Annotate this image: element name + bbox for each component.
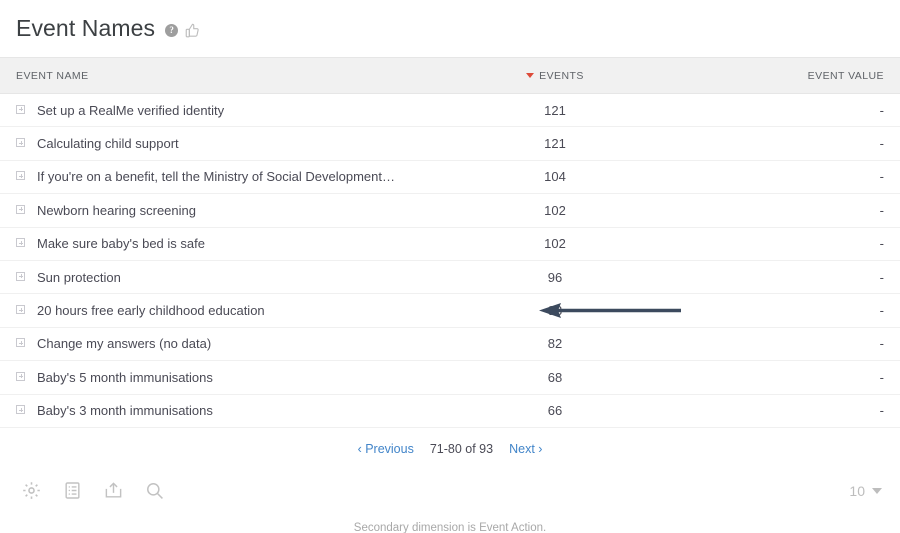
expand-row-icon[interactable] [16,138,25,148]
cell-events: 82 [470,327,640,362]
expand-row-icon[interactable] [16,204,25,214]
expand-row-icon[interactable] [16,305,25,315]
column-header-event-name-label: EVENT NAME [16,69,89,82]
page-header: Event Names ? [0,0,900,57]
column-header-event-value[interactable]: EVENT VALUE [640,57,900,94]
cell-event-value: - [640,394,900,428]
cell-event-value: - [640,126,900,161]
expand-row-icon[interactable] [16,338,25,348]
table-row[interactable]: Make sure baby's bed is safe 102 - [0,227,900,261]
cell-event-value: - [640,327,900,362]
cell-events: 121 [470,126,640,161]
previous-page-link[interactable]: ‹ Previous [358,442,414,456]
cell-event-name: Baby's 5 month immunisations [0,360,470,395]
column-header-events[interactable]: EVENTS [470,57,640,94]
thumbs-up-icon[interactable] [185,23,200,38]
event-name-label: Newborn hearing screening [37,202,196,218]
cell-event-value: - [640,293,900,328]
table-header-row: EVENT NAME EVENTS EVENT VALUE [0,57,900,94]
page-title: Event Names [16,15,156,41]
table-view-icon[interactable] [63,481,82,500]
search-icon[interactable] [145,481,164,500]
event-name-label: Baby's 5 month immunisations [37,369,213,385]
chevron-down-icon [872,487,882,494]
secondary-dimension-note: Secondary dimension is Event Action. Swi… [0,520,900,533]
cell-event-name: 20 hours free early childhood education [0,293,470,328]
secondary-dimension-line: Secondary dimension is Event Action. [353,521,547,533]
cell-events: 104 [470,160,640,195]
cell-event-name: Make sure baby's bed is safe [0,227,470,261]
cell-event-value: - [640,227,900,261]
table-row[interactable]: Change my answers (no data) 82 - [0,327,900,362]
events-table: EVENT NAME EVENTS EVENT VALUE Set up a R… [0,57,900,428]
event-name-label: Sun protection [37,269,121,285]
event-name-label: If you're on a benefit, tell the Ministr… [37,169,395,185]
cell-events: 102 [470,227,640,261]
cell-events: 96 [470,260,640,295]
column-header-event-value-label: EVENT VALUE [807,69,884,82]
cell-event-name: Sun protection [0,260,470,295]
toolbar-icon-group [22,481,164,500]
column-header-events-label: EVENTS [539,69,584,82]
event-name-label: Baby's 3 month immunisations [37,403,213,419]
column-header-event-name[interactable]: EVENT NAME [0,57,470,94]
cell-event-name: Newborn hearing screening [0,193,470,228]
table-row[interactable]: Set up a RealMe verified identity 121 - [0,93,900,128]
cell-events: 68 [470,360,640,395]
title-icon-group: ? [165,23,200,38]
cell-event-value: - [640,360,900,395]
table-header: EVENT NAME EVENTS EVENT VALUE [0,57,900,94]
cell-event-value: - [640,93,900,128]
rows-per-page-select[interactable]: 10 [849,483,882,499]
event-name-label: Change my answers (no data) [37,336,212,352]
cell-events: 121 [470,93,640,128]
cell-event-value: - [640,193,900,228]
event-name-label: 20 hours free early childhood education [37,303,265,319]
cell-event-value: - [640,160,900,195]
cell-event-name: Set up a RealMe verified identity [0,93,470,128]
rows-per-page-value: 10 [849,482,865,499]
pagination: ‹ Previous 71-80 of 93 Next › [0,428,900,470]
cell-event-name: If you're on a benefit, tell the Ministr… [0,160,470,195]
table-body: Set up a RealMe verified identity 121 - … [0,93,900,428]
table-row[interactable]: Calculating child support 121 - [0,126,900,161]
expand-row-icon[interactable] [16,238,25,248]
event-name-label: Make sure baby's bed is safe [37,236,205,252]
table-row[interactable]: 20 hours free early childhood education … [0,293,900,328]
cell-events: 102 [470,193,640,228]
cell-events: 66 [470,394,640,428]
cell-event-name: Change my answers (no data) [0,327,470,362]
event-name-label: Set up a RealMe verified identity [37,102,225,118]
export-icon[interactable] [104,481,123,500]
expand-row-icon[interactable] [16,371,25,381]
next-page-link[interactable]: Next › [509,442,542,456]
table-row[interactable]: Baby's 5 month immunisations 68 - [0,360,900,395]
expand-row-icon[interactable] [16,171,25,181]
gear-icon[interactable] [22,481,41,500]
table-row[interactable]: If you're on a benefit, tell the Ministr… [0,160,900,195]
cell-event-name: Baby's 3 month immunisations [0,394,470,428]
table-row[interactable]: Newborn hearing screening 102 - [0,193,900,228]
cell-events: 93 [470,293,640,328]
report-page: Event Names ? EVENT NAME EVENTS EVENT VA… [0,0,900,533]
expand-row-icon[interactable] [16,104,25,114]
help-circle-icon[interactable]: ? [165,23,179,37]
cell-event-value: - [640,260,900,295]
pagination-range-label: 71-80 of 93 [429,441,494,456]
event-name-label: Calculating child support [37,136,179,152]
table-row[interactable]: Sun protection 96 - [0,260,900,295]
table-row[interactable]: Baby's 3 month immunisations 66 - [0,394,900,428]
expand-row-icon[interactable] [16,271,25,281]
cell-event-name: Calculating child support [0,126,470,161]
expand-row-icon[interactable] [16,405,25,415]
table-toolbar: 10 [0,470,900,512]
sort-descending-caret-icon [526,72,535,78]
